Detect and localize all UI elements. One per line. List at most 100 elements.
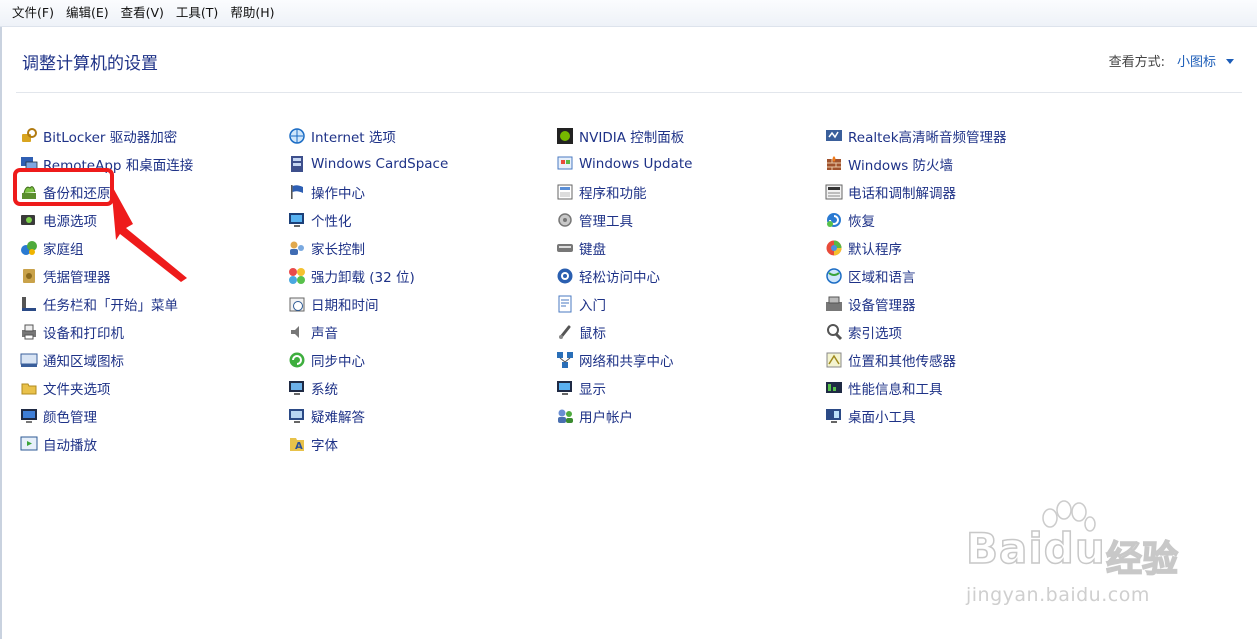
control-panel-item[interactable]: Internet 选项 (288, 122, 548, 150)
bitlocker-key-icon (22, 128, 37, 142)
view-by-label: 查看方式: (1108, 55, 1165, 70)
control-panel-item-label: 用户帐户 (579, 410, 633, 426)
control-panel-item[interactable]: 日期和时间 (288, 290, 548, 318)
control-panel-item[interactable]: Windows CardSpace (288, 150, 548, 178)
control-panel-item[interactable]: 桌面小工具 (825, 402, 1085, 430)
performance-icon (826, 382, 842, 393)
control-panel-item-label: 字体 (311, 438, 338, 454)
menu-bar: 文件(F) 编辑(E) 查看(V) 工具(T) 帮助(H) (0, 0, 1257, 27)
control-panel-item[interactable]: 个性化 (288, 206, 548, 234)
control-panel-item-label: BitLocker 驱动器加密 (43, 130, 178, 146)
watermark-cn: 经验 (1105, 538, 1179, 581)
control-panel-item[interactable]: 轻松访问中心 (556, 262, 816, 290)
control-panel-item[interactable]: 同步中心 (288, 346, 548, 374)
menu-tools[interactable]: 工具(T) (170, 0, 224, 26)
control-panel-item[interactable]: 电源选项 (20, 206, 280, 234)
personalization-icon (289, 213, 304, 227)
control-panel-item-label: Windows CardSpace (311, 156, 449, 172)
control-panel-item[interactable]: 电话和调制解调器 (825, 178, 1085, 206)
control-panel-item[interactable]: 设备和打印机 (20, 318, 280, 346)
uninstaller-icon (289, 268, 305, 284)
control-panel-item-label: 轻松访问中心 (579, 270, 660, 286)
control-panel-item[interactable]: 家庭组 (20, 234, 280, 262)
control-panel-item[interactable]: NVIDIA 控制面板 (556, 122, 816, 150)
control-panel-item-label: 自动播放 (43, 438, 97, 454)
control-panel-item-label: 家长控制 (311, 242, 365, 258)
date-time-icon (289, 297, 305, 312)
control-panel-item[interactable]: 颜色管理 (20, 402, 280, 430)
svg-text:A: A (295, 441, 303, 452)
control-panel-item-label: Realtek高清晰音频管理器 (848, 130, 1007, 146)
control-panel-item[interactable]: Windows Update (556, 150, 816, 178)
control-panel-item[interactable]: 系统 (288, 374, 548, 402)
menu-view[interactable]: 查看(V) (115, 0, 170, 26)
device-manager-icon (826, 296, 842, 311)
control-panel-item-label: 网络和共享中心 (579, 354, 674, 370)
control-panel-item[interactable]: 网络和共享中心 (556, 346, 816, 374)
taskbar-icon (22, 297, 36, 311)
control-panel-item[interactable]: 程序和功能 (556, 178, 816, 206)
control-panel-item[interactable]: 管理工具 (556, 206, 816, 234)
control-panel-item[interactable]: 索引选项 (825, 318, 1085, 346)
control-panel-item-label: 程序和功能 (579, 186, 647, 202)
control-panel-item[interactable]: 默认程序 (825, 234, 1085, 262)
control-panel-item[interactable]: BitLocker 驱动器加密 (20, 122, 280, 150)
control-panel-item[interactable]: 区域和语言 (825, 262, 1085, 290)
control-panel-item[interactable]: 声音 (288, 318, 548, 346)
control-panel-item[interactable]: 恢复 (825, 206, 1085, 234)
page-title: 调整计算机的设置 (22, 54, 158, 74)
control-panel-item[interactable]: 通知区域图标 (20, 346, 280, 374)
control-panel-item-label: 管理工具 (579, 214, 633, 230)
display-icon (557, 381, 572, 395)
control-panel-item[interactable]: A 字体 (288, 430, 548, 458)
action-center-flag-icon (291, 185, 303, 199)
control-panel-item[interactable]: 入门 (556, 290, 816, 318)
watermark: Baidu 经验 jingyan.baidu.com (960, 500, 1230, 620)
control-panel-item[interactable]: 疑难解答 (288, 402, 548, 430)
control-panel-item-label: Internet 选项 (311, 130, 396, 146)
window-left-border (0, 27, 2, 639)
control-panel-item[interactable]: 任务栏和「开始」菜单 (20, 290, 280, 318)
default-programs-icon (826, 240, 842, 256)
mouse-icon (559, 325, 571, 339)
chevron-down-icon[interactable] (1226, 59, 1234, 64)
control-panel-item-label: 电源选项 (43, 214, 97, 230)
control-panel-item[interactable]: Realtek高清晰音频管理器 (825, 122, 1085, 150)
control-panel-item[interactable]: 键盘 (556, 234, 816, 262)
control-panel-item[interactable]: 凭据管理器 (20, 262, 280, 290)
column-2: Internet 选项 Windows CardSpace 操作中心 个性化家长控制强… (288, 122, 548, 458)
notification-icon (20, 353, 38, 367)
control-panel-item[interactable]: 鼠标 (556, 318, 816, 346)
control-panel-item[interactable]: 操作中心 (288, 178, 548, 206)
admin-tools-icon (558, 213, 572, 227)
control-panel-item[interactable]: 位置和其他传感器 (825, 346, 1085, 374)
menu-help[interactable]: 帮助(H) (224, 0, 280, 26)
control-panel-item-label: 设备和打印机 (43, 326, 124, 342)
control-panel-item[interactable]: 用户帐户 (556, 402, 816, 430)
control-panel-item[interactable]: 家长控制 (288, 234, 548, 262)
control-panel-item-label: 强力卸载 (32 位) (311, 270, 415, 286)
control-panel-item[interactable]: 文件夹选项 (20, 374, 280, 402)
region-language-icon (826, 268, 842, 284)
control-panel-item[interactable]: 自动播放 (20, 430, 280, 458)
control-panel-item-label: 颜色管理 (43, 410, 97, 426)
view-by-control[interactable]: 查看方式: 小图标 (1109, 51, 1234, 70)
control-panel-item-label: 日期和时间 (311, 298, 379, 314)
control-panel-item[interactable]: 强力卸载 (32 位) (288, 262, 548, 290)
column-4: Realtek高清晰音频管理器 Windows 防火墙电话和调制解调器 恢复默认程序… (825, 122, 1085, 430)
control-panel-item-label: 家庭组 (43, 242, 84, 258)
control-panel-item[interactable]: 设备管理器 (825, 290, 1085, 318)
control-panel-item[interactable]: Windows 防火墙 (825, 150, 1085, 178)
menu-file[interactable]: 文件(F) (0, 0, 60, 26)
control-panel-item-label: 电话和调制解调器 (848, 186, 956, 202)
header-divider (16, 92, 1242, 93)
control-panel-item-label: Windows Update (579, 156, 693, 172)
view-by-value[interactable]: 小图标 (1177, 51, 1216, 70)
programs-features-icon (557, 184, 573, 200)
control-panel-item[interactable]: 性能信息和工具 (825, 374, 1085, 402)
gadgets-icon (826, 409, 841, 423)
control-panel-item[interactable]: 显示 (556, 374, 816, 402)
control-panel-item-label: 恢复 (848, 214, 875, 230)
menu-edit[interactable]: 编辑(E) (60, 0, 115, 26)
control-panel-item-label: 桌面小工具 (848, 410, 916, 426)
